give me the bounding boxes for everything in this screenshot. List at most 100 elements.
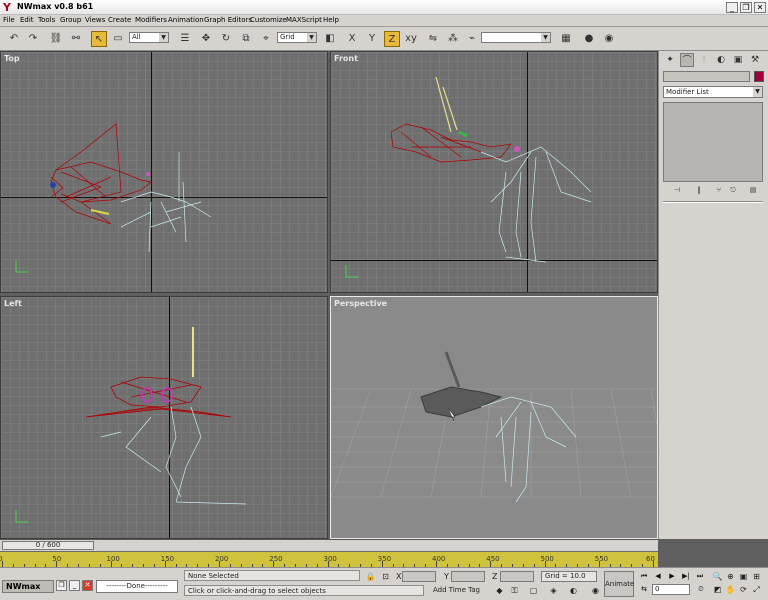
zoom-icon[interactable]: 🔍: [712, 571, 723, 582]
lock-selection-icon[interactable]: 🔒: [365, 571, 376, 582]
modifier-list-dropdown[interactable]: Modifier List ▼: [663, 86, 763, 98]
time-config-icon[interactable]: ◉: [590, 585, 601, 596]
goto-start-icon[interactable]: ⏮: [638, 571, 650, 582]
maximize-viewport-icon[interactable]: ⤢: [751, 584, 762, 595]
undo-icon[interactable]: ↶: [6, 31, 22, 47]
scale-icon[interactable]: ⧉: [238, 31, 254, 47]
display-tab-icon[interactable]: ▣: [731, 53, 745, 67]
menu-file[interactable]: File: [3, 16, 15, 24]
taskbar-minimize-button[interactable]: _: [69, 580, 80, 591]
menu-edit[interactable]: Edit: [20, 16, 34, 24]
x-coord-field[interactable]: [402, 571, 436, 582]
schematic-view-icon[interactable]: ▦: [558, 31, 574, 47]
time-configuration-icon[interactable]: ⏲: [695, 584, 707, 595]
absolute-mode-icon[interactable]: ⊡: [380, 571, 391, 582]
play-icon[interactable]: ▶: [666, 571, 678, 582]
key-filter-icon[interactable]: ◈: [548, 585, 559, 596]
constrain-z-icon[interactable]: Z: [384, 31, 400, 47]
unlink-icon[interactable]: ⚯: [68, 31, 84, 47]
track-bar[interactable]: 0 50 100 150 200 250 300 350 400 450 500 550 60: [0, 551, 658, 567]
taskbar-window[interactable]: NWmax: [2, 580, 54, 593]
modifier-stack[interactable]: [663, 102, 763, 182]
remove-modifier-icon[interactable]: ⎋: [727, 184, 739, 196]
constrain-xy-icon[interactable]: xy: [403, 31, 419, 47]
viewport-left[interactable]: Left: [0, 296, 328, 539]
select-and-link-icon[interactable]: ⛓: [48, 31, 64, 47]
key-mode-icon[interactable]: ◆: [494, 585, 505, 596]
field-of-view-icon[interactable]: ◩: [712, 584, 723, 595]
object-name-field[interactable]: [663, 71, 750, 82]
close-button[interactable]: ✕: [754, 2, 766, 13]
menu-modifiers[interactable]: Modifiers: [135, 16, 167, 24]
menu-help[interactable]: Help: [323, 16, 339, 24]
utilities-tab-icon[interactable]: ⚒: [748, 53, 762, 67]
mirror-icon[interactable]: ⇋: [425, 31, 441, 47]
zoom-extents-all-icon[interactable]: ⊞: [751, 571, 762, 582]
object-color-swatch[interactable]: [754, 71, 764, 82]
menu-group[interactable]: Group: [60, 16, 81, 24]
z-coord-field[interactable]: [500, 571, 534, 582]
taskbar-close-button[interactable]: ✕: [82, 580, 93, 591]
viewport-top[interactable]: Top: [0, 51, 328, 293]
y-coord-field[interactable]: [451, 571, 485, 582]
modifier-stack-buttons: ⊣ ‖ ⑂ ⎋ ▤: [663, 184, 763, 196]
key-mode-toggle-icon[interactable]: ⇆: [638, 584, 650, 595]
pan-icon[interactable]: ✋: [725, 584, 736, 595]
zoom-extents-icon[interactable]: ▣: [738, 571, 749, 582]
taskbar-restore-button[interactable]: ❐: [56, 580, 67, 591]
previous-frame-icon[interactable]: ◀: [652, 571, 664, 582]
maxscript-listener-mini[interactable]: --------Done---------: [96, 580, 178, 593]
selection-filter-dropdown[interactable]: All ▼: [129, 32, 169, 43]
filters-icon[interactable]: ▢: [528, 585, 539, 596]
menu-tools[interactable]: Tools: [38, 16, 55, 24]
modify-tab-icon[interactable]: ⌒: [680, 53, 694, 67]
perspective-view-model: [331, 351, 657, 503]
menu-maxscript[interactable]: MAXScript: [286, 16, 322, 24]
material-editor-icon[interactable]: ●: [581, 31, 597, 47]
frame-icon[interactable]: ◐: [568, 585, 579, 596]
use-pivot-icon[interactable]: ◧: [322, 31, 338, 47]
named-selection-dropdown[interactable]: ▼: [481, 32, 551, 43]
next-frame-icon[interactable]: ▶|: [680, 571, 692, 582]
pivot-icon[interactable]: ⌖: [258, 31, 274, 47]
track-tick-label: 250: [269, 555, 283, 563]
constrain-x-icon[interactable]: X: [344, 31, 360, 47]
add-time-tag-button[interactable]: Add Time Tag: [430, 585, 490, 596]
create-tab-icon[interactable]: ✦: [663, 53, 677, 67]
align-icon[interactable]: ⌁: [464, 31, 480, 47]
menu-graph-editors[interactable]: Graph Editors: [204, 16, 252, 24]
pin-stack-icon[interactable]: ⊣: [671, 184, 683, 196]
motion-tab-icon[interactable]: ◐: [714, 53, 728, 67]
menu-create[interactable]: Create: [108, 16, 131, 24]
reference-coord-dropdown[interactable]: Grid ▼: [277, 32, 317, 43]
set-key-icon[interactable]: ⚿: [509, 585, 520, 596]
show-end-result-icon[interactable]: ‖: [693, 184, 705, 196]
move-icon[interactable]: ✥: [198, 31, 214, 47]
chevron-down-icon: ▼: [753, 87, 762, 97]
time-slider[interactable]: 0 / 600: [0, 539, 658, 551]
viewport-front[interactable]: Front: [330, 51, 658, 293]
viewport-perspective[interactable]: Perspective: [330, 296, 658, 539]
time-slider-thumb[interactable]: 0 / 600: [2, 541, 94, 550]
current-frame-field[interactable]: 0: [652, 584, 690, 595]
animate-button[interactable]: Animate: [604, 571, 634, 597]
zoom-all-icon[interactable]: ⊕: [725, 571, 736, 582]
region-select-icon[interactable]: ▭: [110, 31, 126, 47]
render-scene-icon[interactable]: ◉: [601, 31, 617, 47]
constrain-y-icon[interactable]: Y: [364, 31, 380, 47]
menu-customize[interactable]: Customize: [250, 16, 287, 24]
restore-button[interactable]: ❐: [740, 2, 752, 13]
menu-views[interactable]: Views: [85, 16, 105, 24]
goto-end-icon[interactable]: ⏭: [694, 571, 706, 582]
redo-icon[interactable]: ↷: [25, 31, 41, 47]
arc-rotate-icon[interactable]: ⟳: [738, 584, 749, 595]
hierarchy-tab-icon[interactable]: ⫶: [697, 53, 711, 67]
make-unique-icon[interactable]: ⑂: [713, 184, 725, 196]
select-object-icon[interactable]: ↖: [91, 31, 107, 47]
configure-sets-icon[interactable]: ▤: [747, 184, 759, 196]
array-icon[interactable]: ⁂: [445, 31, 461, 47]
rotate-icon[interactable]: ↻: [218, 31, 234, 47]
menu-animation[interactable]: Animation: [168, 16, 204, 24]
select-by-name-icon[interactable]: ☰: [177, 31, 193, 47]
minimize-button[interactable]: _: [726, 2, 738, 13]
